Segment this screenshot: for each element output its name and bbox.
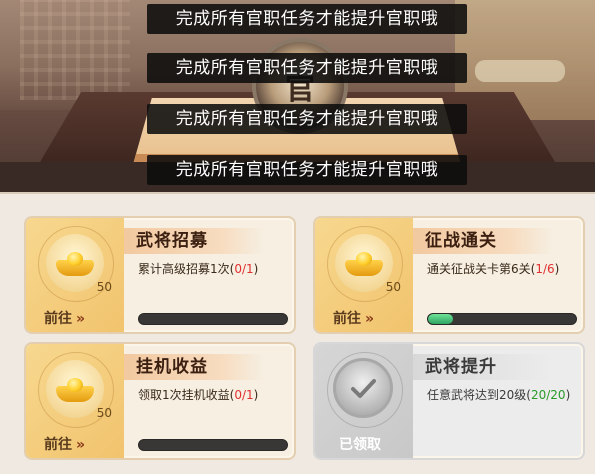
task-card-idle: 50 前往» 挂机收益 领取1次挂机收益(0/1) <box>24 342 296 460</box>
task-description: 任意武将达到20级(20/20) <box>427 388 571 402</box>
toast-message: 完成所有官职任务才能提升官职哦 <box>147 4 467 34</box>
toast-message: 完成所有官职任务才能提升官职哦 <box>147 104 467 134</box>
reward-area: 已领取 <box>315 344 413 458</box>
progress-bar <box>427 313 577 325</box>
reward-area: 50 前往» <box>26 344 124 458</box>
goto-label: 前往 <box>44 311 72 327</box>
reward-area: 50 前往» <box>315 218 413 332</box>
task-card-campaign: 50 前往» 征战通关 通关征战关卡第6关(1/6) <box>313 216 585 334</box>
task-title: 征战通关 <box>425 231 497 251</box>
goto-button[interactable]: 前往» <box>44 308 85 328</box>
task-card-recruit: 50 前往» 武将招募 累计高级招募1次(0/1) <box>24 216 296 334</box>
gold-ingot-icon <box>46 360 104 418</box>
task-description: 通关征战关卡第6关(1/6) <box>427 262 560 276</box>
task-description: 领取1次挂机收益(0/1) <box>138 388 259 402</box>
progress-bar <box>138 439 288 451</box>
double-chevron-right-icon: » <box>365 311 374 327</box>
checkmark-icon <box>333 358 393 418</box>
claimed-status: 已领取 <box>339 437 381 453</box>
reward-count: 50 <box>96 406 112 420</box>
goto-button[interactable]: 前往» <box>44 434 85 454</box>
goto-label: 前往 <box>44 437 72 453</box>
goto-label: 前往 <box>333 311 361 327</box>
double-chevron-right-icon: » <box>76 311 85 327</box>
goto-button[interactable]: 前往» <box>333 308 374 328</box>
lattice-window <box>20 0 130 100</box>
reward-count: 50 <box>385 280 401 294</box>
double-chevron-right-icon: » <box>76 437 85 453</box>
task-progress: 0/1 <box>234 388 254 402</box>
task-card-upgrade: 已领取 武将提升 任意武将达到20级(20/20) <box>313 342 585 460</box>
task-progress: 1/6 <box>535 262 555 276</box>
task-panel: 50 前往» 武将招募 累计高级招募1次(0/1) 50 前往» 征战通关 通关… <box>0 192 595 474</box>
task-progress: 0/1 <box>234 262 254 276</box>
toast-message: 完成所有官职任务才能提升官职哦 <box>147 53 467 83</box>
progress-bar <box>138 313 288 325</box>
reward-area: 50 前往» <box>26 218 124 332</box>
gold-ingot-icon <box>335 234 393 292</box>
task-title: 武将提升 <box>425 357 497 377</box>
task-title: 武将招募 <box>136 231 208 251</box>
reward-count: 50 <box>96 280 112 294</box>
task-description: 累计高级招募1次(0/1) <box>138 262 259 276</box>
toast-message: 完成所有官职任务才能提升官职哦 <box>147 155 467 185</box>
task-title: 挂机收益 <box>136 357 208 377</box>
task-progress: 20/20 <box>530 388 566 402</box>
gold-ingot-icon <box>46 234 104 292</box>
